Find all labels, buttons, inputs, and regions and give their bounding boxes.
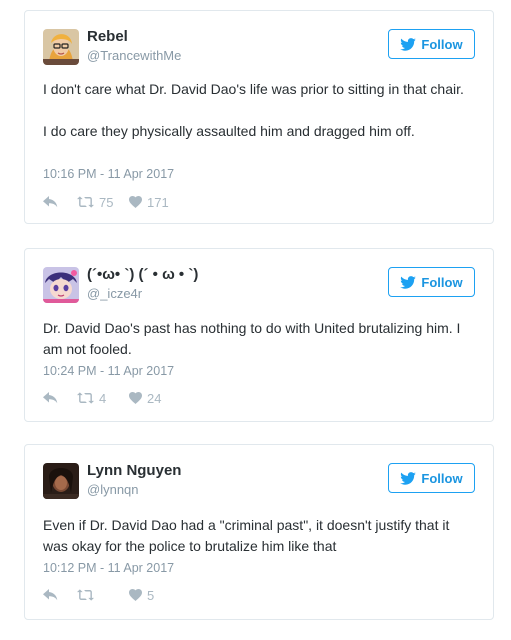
follow-label: Follow (421, 274, 463, 290)
timestamp-link[interactable]: 10:24 PM - 11 Apr 2017 (43, 364, 174, 378)
follow-button[interactable]: Follow (388, 267, 475, 297)
tweet-paragraph: I don't care what Dr. David Dao's life w… (43, 81, 464, 97)
tweet-paragraph: Dr. David Dao's past has nothing to do w… (43, 320, 461, 357)
reply-icon (43, 589, 58, 601)
follow-label: Follow (421, 36, 463, 52)
tweet-actions: 4 24 (43, 390, 161, 406)
like-count: 24 (147, 390, 162, 406)
reply-icon (43, 392, 58, 404)
user-name[interactable]: Rebel (87, 28, 128, 45)
reply-button[interactable] (43, 196, 77, 208)
heart-icon (129, 196, 142, 208)
like-count: 5 (147, 587, 155, 603)
tweet-actions: 75 171 (43, 194, 169, 210)
tweet-card: (´•ω• `) (´ • ω • `) @_icze4r Follow Dr.… (24, 248, 494, 422)
tweet-card: Lynn Nguyen @lynnqn Follow Even if Dr. D… (24, 444, 494, 620)
retweet-icon (77, 196, 94, 208)
timestamp-link[interactable]: 10:12 PM - 11 Apr 2017 (43, 561, 174, 575)
reply-icon (43, 196, 58, 208)
twitter-bird-icon (400, 471, 417, 485)
reply-button[interactable] (43, 589, 77, 601)
follow-button[interactable]: Follow (388, 463, 475, 493)
avatar[interactable] (43, 267, 79, 303)
tweet-text: I don't care what Dr. David Dao's life w… (43, 79, 475, 142)
twitter-bird-icon (400, 275, 417, 289)
anime-character-avatar-icon (43, 267, 79, 303)
user-handle[interactable]: @_icze4r (87, 286, 142, 301)
tweet-paragraph: I do care they physically assaulted him … (43, 123, 415, 139)
heart-icon (129, 392, 142, 404)
retweet-count: 4 (99, 390, 107, 406)
timestamp-link[interactable]: 10:16 PM - 11 Apr 2017 (43, 167, 174, 181)
retweet-button[interactable] (77, 589, 129, 601)
like-button[interactable]: 5 (129, 588, 154, 603)
like-count: 171 (147, 194, 169, 210)
retweet-count: 75 (99, 194, 114, 210)
tweet-paragraph: Even if Dr. David Dao had a "criminal pa… (43, 517, 450, 554)
like-button[interactable]: 171 (129, 195, 169, 210)
avatar[interactable] (43, 463, 79, 499)
tweet-actions: 5 (43, 587, 154, 603)
woman-glasses-avatar-icon (43, 29, 79, 65)
dark-portrait-avatar-icon (43, 463, 79, 499)
retweet-icon (77, 589, 94, 601)
retweet-button[interactable]: 4 (77, 391, 129, 406)
follow-button[interactable]: Follow (388, 29, 475, 59)
retweet-icon (77, 392, 94, 404)
like-button[interactable]: 24 (129, 391, 161, 406)
tweet-text: Even if Dr. David Dao had a "criminal pa… (43, 515, 475, 557)
tweet-card: Rebel @TrancewithMe Follow I don't care … (24, 10, 494, 224)
avatar[interactable] (43, 29, 79, 65)
follow-label: Follow (421, 470, 463, 486)
user-handle[interactable]: @TrancewithMe (87, 48, 181, 63)
heart-icon (129, 589, 142, 601)
user-name[interactable]: (´•ω• `) (´ • ω • `) (87, 266, 198, 283)
retweet-button[interactable]: 75 (77, 195, 129, 210)
reply-button[interactable] (43, 392, 77, 404)
user-handle[interactable]: @lynnqn (87, 482, 139, 497)
tweet-text: Dr. David Dao's past has nothing to do w… (43, 318, 475, 360)
twitter-bird-icon (400, 37, 417, 51)
user-name[interactable]: Lynn Nguyen (87, 462, 181, 479)
